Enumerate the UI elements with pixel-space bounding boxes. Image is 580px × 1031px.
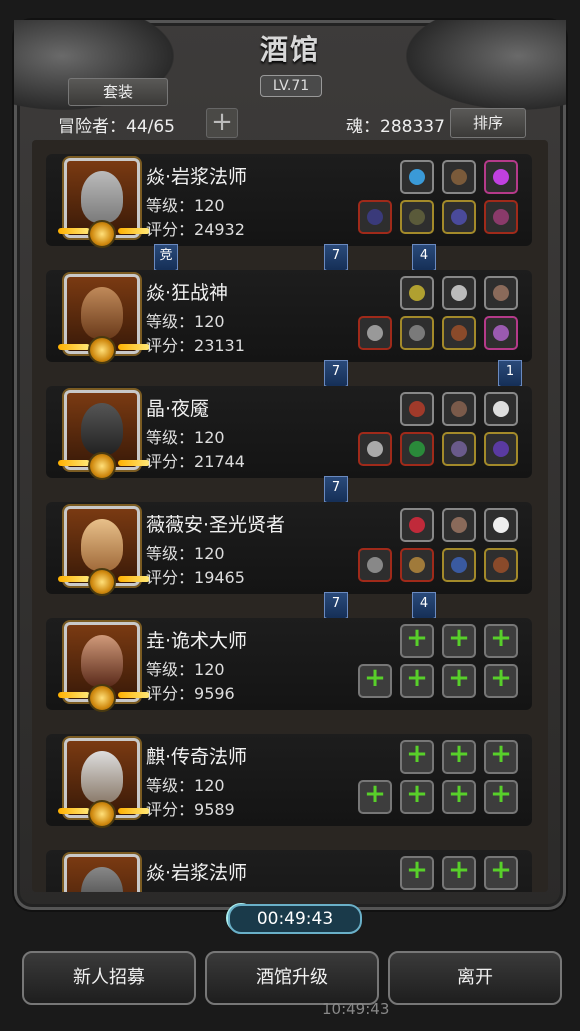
- equipment-emblem-icon[interactable]: [442, 276, 476, 310]
- hero-score: 评分：9596: [146, 684, 235, 703]
- add-equipment-icon[interactable]: [442, 855, 476, 890]
- tag-badge: 7: [324, 476, 348, 507]
- add-equipment-icon[interactable]: [484, 663, 518, 698]
- equipment-wand-icon[interactable]: [484, 200, 518, 234]
- tag-badge: 4: [412, 592, 436, 623]
- hero-name: 焱·狂战神: [146, 282, 229, 304]
- equipment-pouch-icon[interactable]: [400, 392, 434, 426]
- page-title: 酒馆: [259, 33, 320, 66]
- equipment-chest-icon[interactable]: [400, 316, 434, 350]
- add-equipment-icon[interactable]: [358, 663, 392, 698]
- soul-count: 魂：288337: [346, 117, 445, 137]
- refresh-timer: 00:49:43: [228, 904, 362, 934]
- tavern-level-badge: LV.71: [260, 75, 322, 97]
- add-equipment-icon[interactable]: [400, 855, 434, 890]
- add-slot-icon[interactable]: +: [206, 108, 238, 138]
- equipment-heart-icon[interactable]: [400, 508, 434, 542]
- hero-level: 等级：120: [146, 544, 225, 563]
- hero-name: 焱·岩浆法师: [146, 862, 248, 884]
- add-equipment-icon[interactable]: [400, 623, 434, 658]
- rank-medal-icon: [88, 684, 116, 712]
- hero-card[interactable]: 焱·岩浆法师: [46, 850, 532, 892]
- add-equipment-icon[interactable]: [400, 663, 434, 698]
- equipment-staff-icon[interactable]: [358, 200, 392, 234]
- hero-score: 评分：24932: [146, 220, 245, 239]
- add-equipment-icon[interactable]: [484, 623, 518, 658]
- add-equipment-icon[interactable]: [484, 739, 518, 774]
- status-clock: 10:49:43: [322, 1000, 390, 1018]
- hero-level: 等级：120: [146, 660, 225, 679]
- hero-name: 麒·传奇法师: [146, 746, 248, 768]
- add-equipment-icon[interactable]: [358, 779, 392, 814]
- rank-medal-icon: [88, 568, 116, 596]
- tag-badge: 7: [324, 592, 348, 623]
- hero-list[interactable]: 焱·岩浆法师 等级：120 评分：24932 竞 7 4 焱·狂战神 等级：12…: [32, 140, 548, 892]
- hero-level: 等级：120: [146, 776, 225, 795]
- equipment-ring-icon[interactable]: [400, 276, 434, 310]
- hero-portrait: [64, 854, 140, 892]
- sort-button[interactable]: 排序: [450, 108, 526, 138]
- add-equipment-icon[interactable]: [484, 779, 518, 814]
- equipment-plant-icon[interactable]: [400, 432, 434, 466]
- equipment-potion-icon[interactable]: [442, 432, 476, 466]
- hero-name: 焱·岩浆法师: [146, 166, 248, 188]
- equipment-scroll-icon[interactable]: [442, 392, 476, 426]
- tag-badge: 7: [324, 244, 348, 275]
- leave-button[interactable]: 离开: [388, 951, 562, 1005]
- rank-medal-icon: [88, 220, 116, 248]
- add-equipment-icon[interactable]: [442, 779, 476, 814]
- hero-score: 评分：23131: [146, 336, 245, 355]
- hero-name: 晶·夜魇: [146, 398, 210, 420]
- hero-level: 等级：120: [146, 312, 225, 331]
- equipment-cloak-icon[interactable]: [400, 548, 434, 582]
- equipment-gem-icon[interactable]: [484, 160, 518, 194]
- equipment-vial-icon[interactable]: [442, 548, 476, 582]
- hero-card[interactable]: 焱·岩浆法师 等级：120 评分：24932: [46, 154, 532, 248]
- hero-name: 薇薇安·圣光贤者: [146, 514, 286, 536]
- add-equipment-icon[interactable]: [442, 739, 476, 774]
- tag-badge: 7: [324, 360, 348, 391]
- tag-badge: 1: [498, 360, 522, 391]
- equipment-bracer-icon[interactable]: [484, 548, 518, 582]
- equipment-helm-icon[interactable]: [400, 200, 434, 234]
- hero-level: 等级：120: [146, 196, 225, 215]
- equipment-amulet-icon[interactable]: [442, 200, 476, 234]
- equipment-armor-icon[interactable]: [442, 160, 476, 194]
- hero-score: 评分：9589: [146, 800, 235, 819]
- rank-medal-icon: [88, 800, 116, 828]
- hero-name: 垚·诡术大师: [146, 630, 248, 652]
- tag-badge: 竞: [154, 244, 178, 275]
- add-equipment-icon[interactable]: [400, 739, 434, 774]
- hero-score: 评分：21744: [146, 452, 245, 471]
- equipment-vest-icon[interactable]: [442, 508, 476, 542]
- tag-badge: 4: [412, 244, 436, 275]
- adventurer-count: 冒险者：44/65: [58, 117, 175, 137]
- upgrade-tavern-button[interactable]: 酒馆升级: [205, 951, 379, 1005]
- hero-score: 评分：19465: [146, 568, 245, 587]
- add-equipment-icon[interactable]: [442, 623, 476, 658]
- add-equipment-icon[interactable]: [442, 663, 476, 698]
- equipment-glove-icon[interactable]: [484, 316, 518, 350]
- add-equipment-icon[interactable]: [484, 855, 518, 890]
- rank-medal-icon: [88, 336, 116, 364]
- equipment-quill-icon[interactable]: [484, 508, 518, 542]
- equipment-axe-icon[interactable]: [358, 316, 392, 350]
- hero-level: 等级：120: [146, 428, 225, 447]
- hero-card[interactable]: 晶·夜魇 等级：120 评分：21744: [46, 386, 532, 480]
- suit-button[interactable]: 套装: [68, 78, 168, 106]
- hero-card[interactable]: 麒·传奇法师 等级：120 评分：9589: [46, 734, 532, 828]
- equipment-feather-icon[interactable]: [484, 276, 518, 310]
- recruit-button[interactable]: 新人招募: [22, 951, 196, 1005]
- hero-card[interactable]: 焱·狂战神 等级：120 评分：23131: [46, 270, 532, 364]
- add-equipment-icon[interactable]: [400, 779, 434, 814]
- equipment-belt-icon[interactable]: [442, 316, 476, 350]
- equipment-orb-icon[interactable]: [400, 160, 434, 194]
- equipment-mace-icon[interactable]: [358, 548, 392, 582]
- equipment-spear-icon[interactable]: [358, 432, 392, 466]
- rank-medal-icon: [88, 452, 116, 480]
- hero-card[interactable]: 垚·诡术大师 等级：120 评分：9596: [46, 618, 532, 712]
- equipment-horn-icon[interactable]: [484, 392, 518, 426]
- equipment-mask-icon[interactable]: [484, 432, 518, 466]
- hero-card[interactable]: 薇薇安·圣光贤者 等级：120 评分：19465: [46, 502, 532, 596]
